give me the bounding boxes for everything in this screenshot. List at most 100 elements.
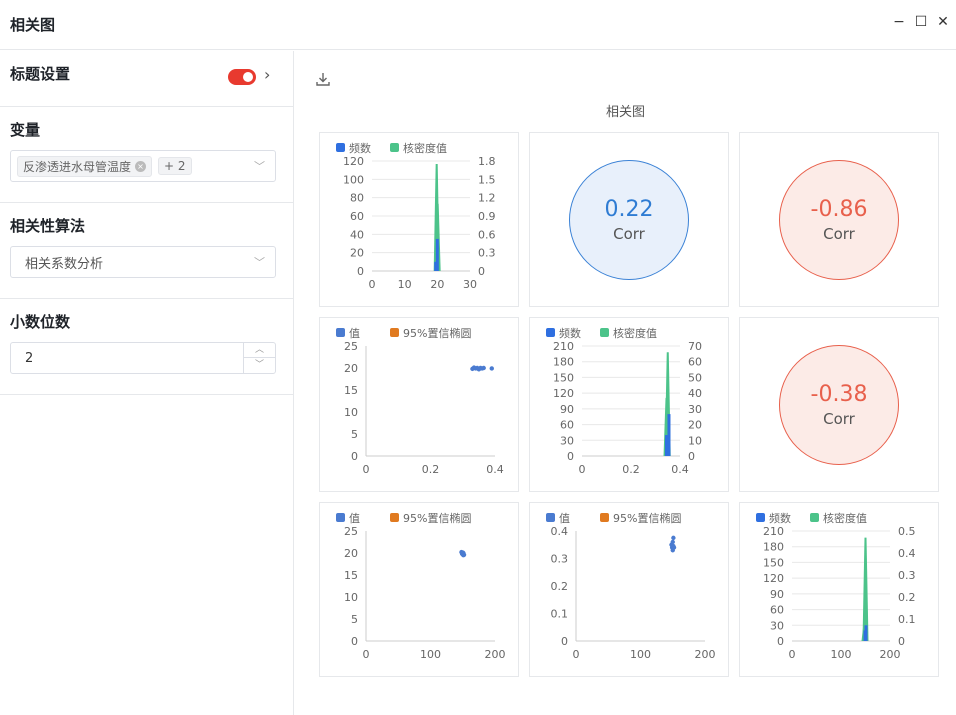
x-tick-label: 100 — [630, 648, 651, 661]
corr-circle-negative: -0.86 Corr — [779, 160, 899, 280]
minimize-icon[interactable]: − — [892, 14, 906, 30]
freq-bar — [435, 238, 439, 271]
y2-tick-label: 1.5 — [478, 173, 496, 186]
y-tick-label: 180 — [553, 356, 574, 369]
x-tick-label: 0 — [789, 648, 796, 661]
decimals-stepper[interactable]: 2 ︿ ﹀ — [10, 342, 276, 374]
y-tick-label: 30 — [560, 434, 574, 447]
y2-tick-label: 70 — [688, 340, 702, 353]
variables-select[interactable]: 反渗透进水母管温度 × + 2 ﹀ — [10, 150, 276, 182]
legend-swatch-2 — [810, 513, 819, 522]
y2-tick-label: 50 — [688, 371, 702, 384]
legend-label-1: 值 — [349, 327, 360, 340]
y2-tick-label: 0.4 — [898, 547, 916, 560]
scatter-point — [671, 535, 676, 541]
chart-cell-3-1: 值 95%置信椭圆 0 5 10 15 20 25 0 100 200 — [319, 502, 519, 677]
legend-label-2: 核密度值 — [823, 511, 867, 525]
more-tags-badge: + 2 — [158, 157, 192, 175]
corr-value: 0.22 — [604, 197, 654, 222]
window-title: 相关图 — [10, 16, 56, 34]
y2-tick-label: 0.2 — [898, 591, 916, 604]
stepper-buttons: ︿ ﹀ — [243, 343, 275, 373]
x-tick-label: 0.4 — [486, 463, 504, 476]
chart-area: 相关图 频数 核密度值 0 20 40 60 80 100 120 0 0.3 0.6 0.9 1.2 1.… — [295, 51, 956, 715]
scatter-point — [670, 539, 675, 545]
legend-swatch-2 — [600, 328, 609, 337]
x-tick-label: 200 — [695, 648, 716, 661]
legend-label-1: 频数 — [349, 141, 371, 155]
y-tick-label: 120 — [763, 572, 784, 585]
y-tick-label: 0 — [567, 450, 574, 463]
maximize-icon[interactable]: ☐ — [914, 14, 928, 30]
x-tick-label: 100 — [831, 648, 852, 661]
y2-tick-label: 0 — [688, 450, 695, 463]
y-tick-label: 10 — [344, 591, 358, 604]
y-tick-label: 40 — [350, 228, 364, 241]
y-tick-label: 0 — [357, 265, 364, 278]
y2-tick-label: 0.3 — [478, 247, 496, 260]
y-tick-label: 15 — [344, 569, 358, 582]
decrement-icon[interactable]: ﹀ — [244, 358, 275, 373]
corr-label: Corr — [823, 410, 855, 428]
y-tick-label: 150 — [763, 556, 784, 569]
legend-label-1: 值 — [349, 512, 360, 525]
legend-swatch-1 — [756, 513, 765, 522]
close-icon[interactable]: ✕ — [936, 14, 950, 30]
x-tick-label: 0.2 — [422, 463, 440, 476]
y-tick-label: 5 — [351, 613, 358, 626]
y-tick-label: 0.2 — [551, 580, 569, 593]
x-tick-label: 100 — [420, 648, 441, 661]
y-tick-label: 90 — [560, 403, 574, 416]
scatter-point — [671, 545, 677, 550]
legend-swatch-1 — [336, 513, 345, 522]
decimals-value[interactable]: 2 — [25, 351, 33, 366]
legend-swatch-2 — [390, 143, 399, 152]
corr-cell-1-2: 0.22 Corr — [529, 132, 729, 307]
decimals-section: 小数位数 2 ︿ ﹀ — [0, 299, 293, 395]
chart-cell-2-2: 频数 核密度值 0 30 60 90 120 150 180 210 0 10 20 30 40 50 60 70… — [529, 317, 729, 492]
chevron-right-icon[interactable]: › — [264, 65, 270, 84]
chevron-down-icon: ﹀ — [254, 160, 265, 173]
algorithm-select[interactable]: 相关系数分析 ﹀ — [10, 246, 276, 278]
y-tick-label: 0.4 — [551, 525, 569, 538]
x-tick-label: 0 — [363, 463, 370, 476]
decimals-label: 小数位数 — [10, 313, 71, 331]
tag-remove-icon[interactable]: × — [135, 160, 147, 172]
legend-swatch-1 — [336, 328, 345, 337]
algorithm-value: 相关系数分析 — [25, 256, 104, 272]
settings-sidebar: 标题设置 › 变量 反渗透进水母管温度 × + 2 ﹀ 相关性算法 相关系数分析… — [0, 51, 294, 715]
legend-swatch-1 — [546, 328, 555, 337]
title-bar: 相关图 − ☐ ✕ — [0, 0, 956, 50]
y-tick-label: 20 — [344, 362, 358, 375]
title-toggle[interactable] — [228, 69, 256, 85]
corr-label: Corr — [823, 225, 855, 243]
y-tick-label: 0 — [351, 450, 358, 463]
corr-value: -0.86 — [810, 197, 868, 222]
legend-label-1: 值 — [559, 512, 570, 525]
y2-tick-label: 40 — [688, 387, 702, 400]
y2-tick-label: 0.5 — [898, 525, 916, 538]
x-tick-label: 0 — [363, 648, 370, 661]
y-tick-label: 210 — [553, 340, 574, 353]
x-tick-label: 0 — [573, 648, 580, 661]
y-tick-label: 10 — [344, 406, 358, 419]
legend-swatch-2 — [600, 513, 609, 522]
y-tick-label: 0 — [351, 635, 358, 648]
y-tick-label: 120 — [343, 155, 364, 168]
y-tick-label: 180 — [763, 541, 784, 554]
y2-tick-label: 0 — [478, 265, 485, 278]
scatter-point — [461, 553, 466, 558]
corr-cell-1-3: -0.86 Corr — [739, 132, 939, 307]
corr-circle-negative: -0.38 Corr — [779, 345, 899, 465]
variable-tag-label: 反渗透进水母管温度 — [23, 159, 132, 174]
scatter-point — [481, 365, 486, 371]
window-controls: − ☐ ✕ — [892, 14, 950, 30]
x-tick-label: 30 — [463, 278, 477, 291]
download-icon[interactable] — [315, 71, 331, 91]
y2-tick-label: 30 — [688, 403, 702, 416]
x-tick-label: 0.2 — [622, 463, 640, 476]
increment-icon[interactable]: ︿ — [244, 343, 275, 358]
y2-tick-label: 0.6 — [478, 228, 496, 241]
x-tick-label: 10 — [398, 278, 412, 291]
legend-swatch-1 — [336, 143, 345, 152]
